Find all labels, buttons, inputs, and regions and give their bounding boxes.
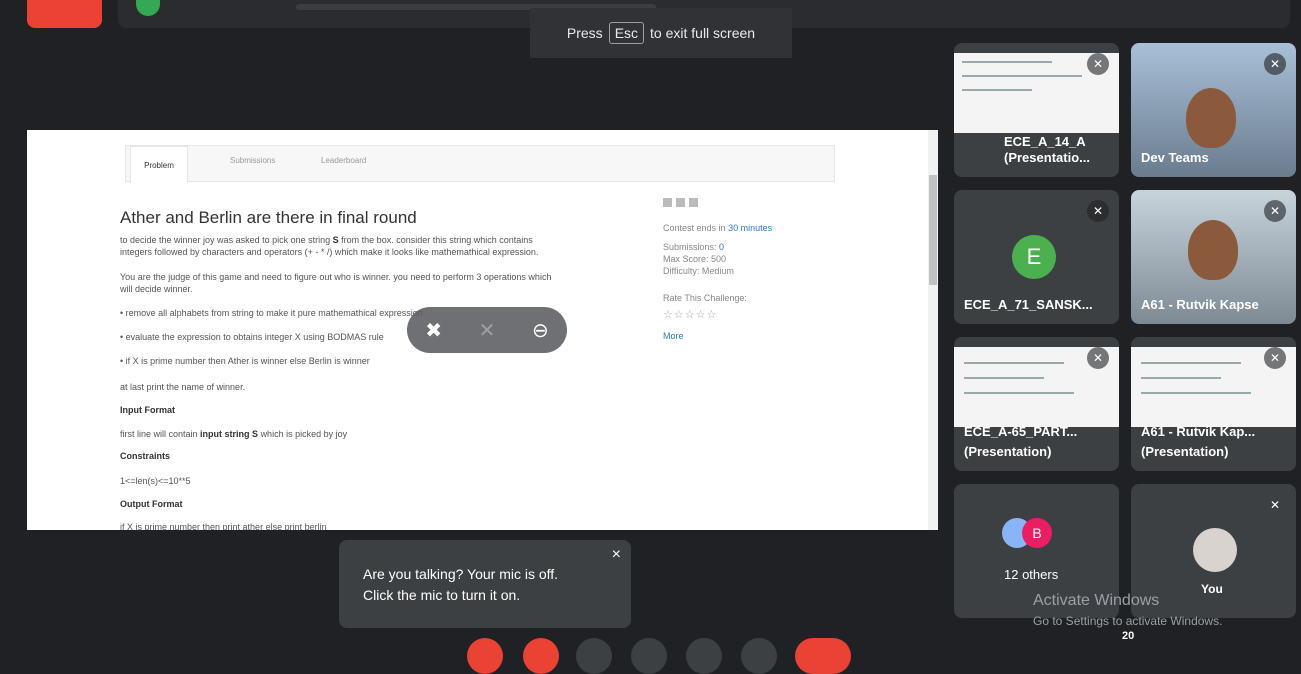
contest-timer: Contest ends in 30 minutes — [663, 223, 843, 233]
mic-off-toast: × Are you talking? Your mic is off. Clic… — [339, 540, 631, 628]
leave-call-button[interactable] — [795, 638, 851, 674]
scrollbar-thumb[interactable] — [929, 175, 937, 285]
fullscreen-banner: Press Esc to exit full screen — [530, 8, 792, 58]
close-icon[interactable]: × — [612, 546, 621, 564]
unpin-icon[interactable]: ✖ — [425, 318, 442, 343]
mic-muted-icon: ✕ — [1264, 347, 1286, 369]
input-text-a: first line will contain — [120, 429, 198, 439]
self-avatar — [1193, 528, 1237, 572]
participant-name: A61 - Rutvik Kapse — [1141, 297, 1259, 312]
fullscreen-suffix: to exit full screen — [650, 25, 756, 41]
bullet-3: • if X is prime number then Ather is win… — [120, 356, 370, 366]
mic-button[interactable] — [467, 638, 503, 674]
watermark-subtitle: Go to Settings to activate Windows. — [1033, 614, 1223, 628]
participant-subtitle: (Presentatio... — [1004, 150, 1090, 165]
participant-subtitle: (Presentation) — [1141, 444, 1229, 459]
paragraph-1-a: to decide the winner joy was asked to pi… — [120, 235, 331, 245]
output-format-heading: Output Format — [120, 499, 183, 509]
facebook-icon[interactable] — [663, 198, 672, 207]
fullscreen-press: Press — [566, 25, 603, 41]
paragraph-1-c: from the box. consider this string which… — [341, 235, 533, 245]
contest-prefix: Contest ends in — [663, 223, 726, 233]
esc-key: Esc — [608, 22, 645, 44]
paragraph-2-a: You are the judge of this game and need … — [120, 272, 552, 282]
raise-hand-button[interactable] — [631, 638, 667, 674]
more-options-button[interactable] — [741, 638, 777, 674]
rate-label: Rate This Challenge: — [663, 293, 747, 303]
submissions-stat: Submissions: 0 — [663, 242, 843, 252]
constraints-text: 1<=len(s)<=10**5 — [120, 476, 191, 486]
participant-name: A61 - Rutvik Kap... — [1141, 424, 1256, 439]
problem-paragraph-1: to decide the winner joy was asked to pi… — [120, 234, 630, 258]
tab-submissions[interactable]: Submissions — [230, 156, 275, 165]
mic-muted-icon: ✕ — [1087, 53, 1109, 75]
problem-paragraph-2: You are the judge of this game and need … — [120, 271, 630, 295]
camera-button[interactable] — [523, 638, 559, 674]
paragraph-2-b: will decide winner. — [120, 284, 193, 294]
mic-muted-icon: ✕ — [1264, 53, 1286, 75]
mic-muted-icon: ✕ — [1087, 200, 1109, 222]
pin-mute-overlay: ✖ ✕ ⊖ — [407, 307, 567, 353]
bullet-2-text: evaluate the expression to obtains integ… — [125, 332, 384, 342]
participant-name: ECE_A_71_SANSK... — [964, 297, 1093, 312]
others-count: 12 others — [1004, 567, 1059, 582]
bullet-1-text: remove all alphabets from string to make… — [125, 308, 423, 318]
paragraph-1-b: S — [332, 235, 339, 245]
more-link[interactable]: More — [663, 331, 843, 341]
bullet-1: • remove all alphabets from string to ma… — [120, 308, 423, 318]
max-score: Max Score: 500 — [663, 254, 727, 264]
social-share-icons — [663, 198, 698, 207]
bullet-3-text: if X is prime number then Ather is winne… — [125, 356, 370, 366]
participant-tile-ece-a-65[interactable]: ✕ ECE_A-65_PART... (Presentation) — [954, 337, 1119, 471]
output-format-text: if X is prime number then print ather el… — [120, 522, 327, 530]
submissions-label: Submissions: — [663, 242, 717, 252]
participant-count-badge: 20 — [1122, 630, 1135, 642]
toast-line-1: Are you talking? Your mic is off. — [363, 566, 559, 582]
problem-title: Ather and Berlin are there in final roun… — [120, 208, 417, 227]
difficulty: Difficulty: Medium — [663, 266, 734, 276]
contest-time-link[interactable]: 30 minutes — [728, 223, 772, 233]
bullet-2: • evaluate the expression to obtains int… — [120, 332, 384, 342]
mic-muted-icon: ✕ — [1264, 200, 1286, 222]
participant-name: Dev Teams — [1141, 150, 1209, 165]
problem-tabs: Problem Submissions Leaderboard — [125, 145, 835, 183]
linkedin-icon[interactable] — [689, 198, 698, 207]
remove-icon[interactable]: ⊖ — [532, 318, 549, 343]
captions-button[interactable] — [576, 638, 612, 674]
last-line: at last print the name of winner. — [120, 382, 246, 392]
submissions-value[interactable]: 0 — [719, 242, 724, 252]
participant-name: ECE_A-65_PART... — [964, 424, 1078, 439]
participant-tile-ece-a-71[interactable]: ✕ E ECE_A_71_SANSK... — [954, 190, 1119, 324]
mute-icon[interactable]: ✕ — [479, 318, 496, 343]
input-format-heading: Input Format — [120, 405, 175, 415]
input-format-text: first line will contain input string S w… — [120, 429, 347, 439]
constraints-heading: Constraints — [120, 451, 171, 461]
watermark-title: Activate Windows — [1033, 592, 1160, 609]
participant-tile-rutvik-presentation[interactable]: ✕ A61 - Rutvik Kap... (Presentation) — [1131, 337, 1296, 471]
mic-muted-icon: ✕ — [1087, 347, 1109, 369]
paragraph-1-d: integers followed by characters and oper… — [120, 247, 539, 257]
participant-tile-dev-teams[interactable]: ✕ Dev Teams — [1131, 43, 1296, 177]
leave-call-button-top[interactable] — [27, 0, 102, 28]
participant-subtitle: (Presentation) — [964, 444, 1052, 459]
present-button[interactable] — [686, 638, 722, 674]
tab-problem[interactable]: Problem — [130, 146, 188, 183]
shared-scrollbar[interactable] — [928, 130, 938, 530]
twitter-icon[interactable] — [676, 198, 685, 207]
toast-line-2: Click the mic to turn it on. — [363, 587, 521, 603]
activate-windows-watermark: Activate Windows Go to Settings to activ… — [1033, 592, 1222, 628]
avatar: B — [1022, 518, 1052, 548]
participant-name: ECE_A_14_A — [1004, 134, 1086, 149]
participant-tile-rutvik[interactable]: ✕ A61 - Rutvik Kapse — [1131, 190, 1296, 324]
avatar: E — [1012, 235, 1056, 279]
mic-muted-icon: ✕ — [1269, 498, 1281, 512]
tab-leaderboard[interactable]: Leaderboard — [321, 156, 366, 165]
rating-stars[interactable]: ☆☆☆☆☆ — [663, 308, 717, 321]
input-text-b: input string S — [200, 429, 259, 439]
participant-tile-ece-a-14[interactable]: ✕ ECE_A_14_A (Presentatio... — [954, 43, 1119, 177]
input-text-c: which is picked by joy — [260, 429, 348, 439]
